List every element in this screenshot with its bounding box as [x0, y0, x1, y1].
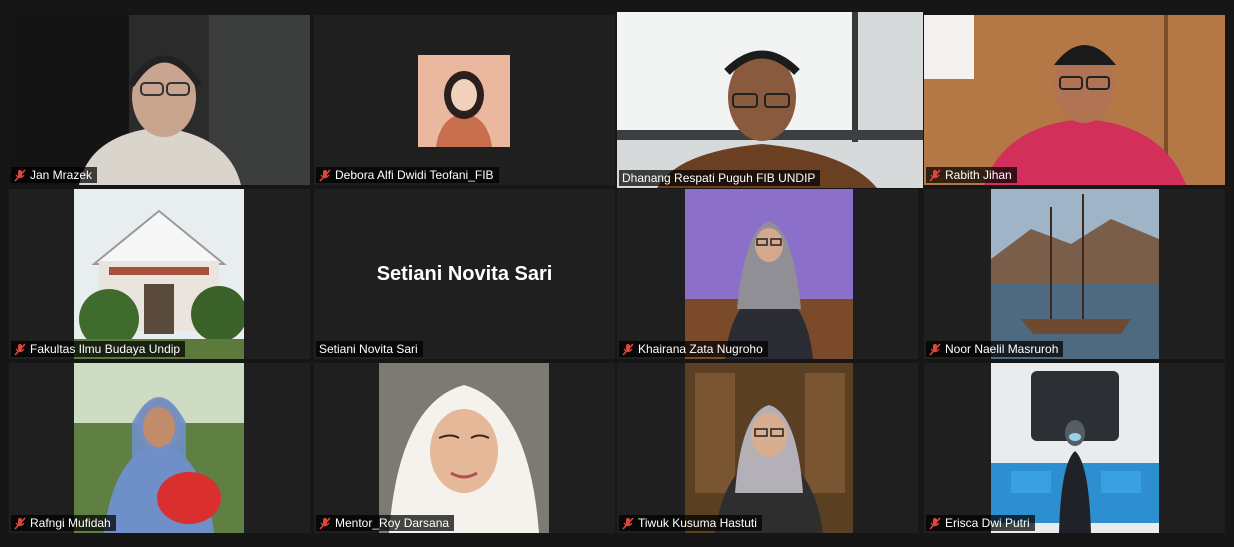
participant-avatar	[991, 189, 1159, 359]
microphone-muted-icon	[14, 168, 26, 182]
microphone-muted-icon	[929, 168, 941, 182]
participant-name: Debora Alfi Dwidi Teofani_FIB	[335, 168, 494, 182]
video-gallery: Jan Mrazek Debora Alfi Dwidi Teofani_FIB	[0, 0, 1234, 547]
participant-name-label: Noor Naelil Masruroh	[926, 341, 1064, 357]
participant-name-label: Mentor_Roy Darsana	[316, 515, 455, 531]
video-tile-khairana[interactable]: Khairana Zata Nugroho	[617, 189, 918, 359]
participant-name-label: Khairana Zata Nugroho	[619, 341, 768, 357]
participant-name-label: Fakultas Ilmu Budaya Undip	[11, 341, 186, 357]
participant-avatar	[74, 363, 244, 533]
participant-name: Dhanang Respati Puguh FIB UNDIP	[622, 171, 816, 185]
microphone-muted-icon	[14, 516, 26, 530]
participant-display-name: Setiani Novita Sari	[376, 263, 553, 285]
participant-video	[924, 15, 1225, 185]
participant-name: Setiani Novita Sari	[319, 342, 418, 356]
participant-video	[617, 12, 923, 188]
participant-avatar	[685, 189, 853, 359]
participant-avatar	[418, 55, 510, 147]
microphone-muted-icon	[929, 516, 941, 530]
participant-avatar	[991, 363, 1159, 533]
video-tile-noor[interactable]: Noor Naelil Masruroh	[924, 189, 1225, 359]
microphone-muted-icon	[319, 516, 331, 530]
participant-name-label: Jan Mrazek	[11, 167, 98, 183]
participant-avatar	[685, 363, 853, 533]
microphone-muted-icon	[14, 342, 26, 356]
microphone-muted-icon	[622, 342, 634, 356]
video-tile-fakultas[interactable]: Fakultas Ilmu Budaya Undip	[9, 189, 310, 359]
video-tile-debora[interactable]: Debora Alfi Dwidi Teofani_FIB	[314, 15, 615, 185]
participant-name-label: Tiwuk Kusuma Hastuti	[619, 515, 762, 531]
participant-name-label: Rafngi Mufidah	[11, 515, 116, 531]
video-tile-dhanang-active-speaker[interactable]: Dhanang Respati Puguh FIB UNDIP	[617, 12, 923, 188]
participant-name: Noor Naelil Masruroh	[945, 342, 1059, 356]
participant-name: Rafngi Mufidah	[30, 516, 111, 530]
microphone-muted-icon	[929, 342, 941, 356]
video-tile-rafngi[interactable]: Rafngi Mufidah	[9, 363, 310, 533]
microphone-muted-icon	[622, 516, 634, 530]
participant-name: Erisca Dwi Putri	[945, 516, 1030, 530]
participant-name-label: Dhanang Respati Puguh FIB UNDIP	[619, 170, 821, 186]
participant-name-label: Setiani Novita Sari	[316, 341, 423, 357]
video-tile-mentor-roy[interactable]: Mentor_Roy Darsana	[314, 363, 615, 533]
video-tile-setiani[interactable]: Setiani Novita Sari Setiani Novita Sari	[314, 189, 615, 359]
video-tile-erisca[interactable]: Erisca Dwi Putri	[924, 363, 1225, 533]
participant-name: Khairana Zata Nugroho	[638, 342, 763, 356]
participant-name: Rabith Jihan	[945, 168, 1012, 182]
participant-name-label: Debora Alfi Dwidi Teofani_FIB	[316, 167, 499, 183]
video-tile-rabith-jihan[interactable]: Rabith Jihan	[924, 15, 1225, 185]
microphone-muted-icon	[319, 168, 331, 182]
participant-name: Fakultas Ilmu Budaya Undip	[30, 342, 181, 356]
video-tile-jan-mrazek[interactable]: Jan Mrazek	[9, 15, 310, 185]
participant-avatar	[379, 363, 549, 533]
participant-name: Tiwuk Kusuma Hastuti	[638, 516, 757, 530]
participant-video	[9, 15, 310, 185]
participant-name-label: Erisca Dwi Putri	[926, 515, 1035, 531]
participant-name: Jan Mrazek	[30, 168, 93, 182]
participant-name-label: Rabith Jihan	[926, 167, 1017, 183]
video-tile-tiwuk[interactable]: Tiwuk Kusuma Hastuti	[617, 363, 918, 533]
participant-avatar	[74, 189, 244, 359]
participant-name: Mentor_Roy Darsana	[335, 516, 450, 530]
